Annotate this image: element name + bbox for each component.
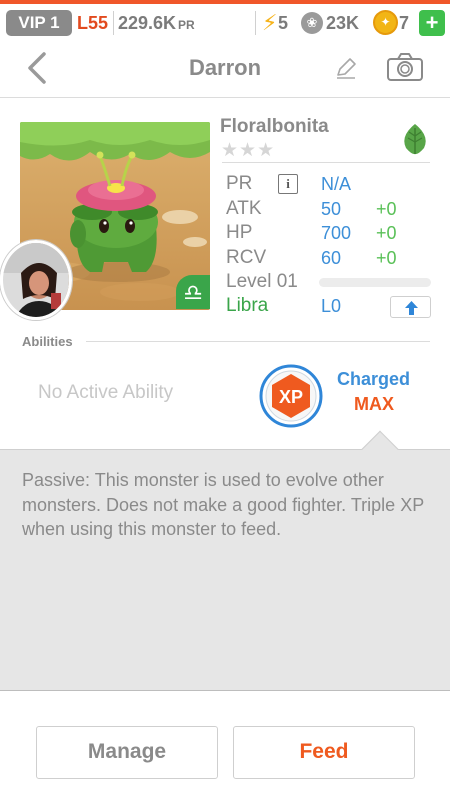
zodiac-sign-label: Libra <box>226 295 269 316</box>
stat-value-hp: 700 <box>321 223 352 243</box>
owner-avatar[interactable] <box>0 240 72 320</box>
energy-count: 5 <box>278 13 289 33</box>
charged-label: Charged <box>337 369 411 389</box>
feed-button[interactable]: Feed <box>233 726 415 779</box>
leaf-icon <box>398 122 432 156</box>
info-icon[interactable]: i <box>278 174 298 194</box>
divider <box>222 162 430 163</box>
divider <box>255 11 256 35</box>
level-progress-bar <box>319 278 431 287</box>
camera-button[interactable] <box>386 52 424 82</box>
svg-text:XP: XP <box>279 387 303 407</box>
abilities-heading: Abilities <box>22 334 73 349</box>
page-title: Darron <box>188 55 262 80</box>
monster-name: Floralbonita <box>220 116 329 137</box>
stat-label-atk: ATK <box>226 198 262 219</box>
coin-count: 7 <box>399 13 410 33</box>
stat-bonus-rcv: +0 <box>376 248 397 268</box>
edit-name-button[interactable] <box>334 56 358 80</box>
page-header: Darron <box>0 38 450 98</box>
divider <box>86 341 430 342</box>
stat-bonus-atk: +0 <box>376 199 397 219</box>
lightning-icon: ⚡ <box>262 10 278 35</box>
coin-icon: ✦ <box>373 10 398 35</box>
stat-value-pr: N/A <box>321 174 352 194</box>
zodiac-sign-level: L0 <box>321 296 342 316</box>
stat-label-pr: PR <box>226 173 253 194</box>
vip-badge[interactable]: VIP 1 <box>6 10 72 36</box>
libra-sign-icon: ♎ <box>176 275 210 309</box>
arrow-up-icon <box>405 301 418 315</box>
add-currency-button[interactable]: + <box>419 10 445 36</box>
active-ability-text: No Active Ability <box>38 382 174 403</box>
player-pr: 229.6K PR <box>118 13 195 33</box>
xp-ability-icon[interactable]: XP <box>259 364 323 428</box>
stat-label-hp: HP <box>226 222 253 243</box>
divider <box>113 11 114 35</box>
back-button[interactable] <box>24 50 54 86</box>
player-level: L55 <box>77 13 109 33</box>
paw-count: 23K <box>326 13 360 33</box>
camera-icon <box>387 53 423 81</box>
charged-value: MAX <box>354 394 394 414</box>
stat-value-atk: 50 <box>321 199 342 219</box>
level-label: Level 01 <box>226 271 298 292</box>
paw-icon: ❀ <box>301 12 323 34</box>
status-bar: VIP 1 L55 229.6K PR ⚡ 5 ❀ 23K ✦ 7 + <box>0 0 450 38</box>
chevron-left-icon <box>28 52 46 84</box>
pencil-icon <box>337 58 356 79</box>
stat-bonus-hp: +0 <box>376 223 397 243</box>
passive-ability-text: Passive: This monster is used to evolve … <box>22 470 424 539</box>
stat-value-rcv: 60 <box>321 248 342 268</box>
stat-label-rcv: RCV <box>226 247 267 268</box>
manage-button[interactable]: Manage <box>36 726 218 779</box>
star-rating: ★★★ <box>221 140 276 161</box>
upgrade-sign-button[interactable] <box>390 296 431 318</box>
